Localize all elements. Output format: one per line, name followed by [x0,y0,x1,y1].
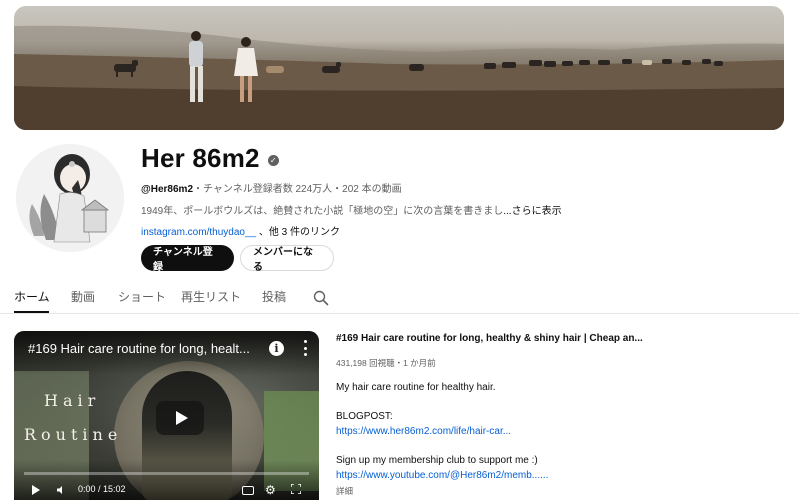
avatar-illustration [16,144,124,252]
volume-icon[interactable] [56,485,66,495]
tab-community[interactable]: 投稿 [262,288,286,305]
video-overlay-text-routine: Routine [24,425,123,444]
verified-icon: ✓ [267,155,279,166]
other-links-button[interactable]: 、他 3 件のリンク [259,227,340,238]
tab-home[interactable]: ホーム [14,288,50,305]
video-description-support: Sign up my membership club to support me… [336,455,538,466]
video-description-line: My hair care routine for healthy hair. [336,382,496,393]
subscribe-button[interactable]: チャンネル登録 [141,245,234,273]
featured-video-player[interactable]: #169 Hair care routine for long, healt..… [14,331,319,500]
more-options-icon[interactable] [302,340,308,356]
tab-shorts[interactable]: ショート [118,288,166,305]
channel-links: instagram.com/thuydao__ 、他 3 件のリンク [141,223,340,238]
channel-tabs: ホーム 動画 ショート 再生リスト 投稿 [0,282,799,314]
channel-name: Her 86m2 [141,143,260,173]
channel-stats: ・チャンネル登録者数 224万人・202 本の動画 [193,184,402,195]
play-control-icon[interactable] [32,485,40,495]
active-tab-indicator [14,311,49,313]
blogpost-link[interactable]: https://www.her86m2.com/life/hair-car... [336,426,511,437]
membership-link[interactable]: https://www.youtube.com/@Her86m2/memb...… [336,470,548,481]
fullscreen-icon[interactable] [291,484,301,494]
channel-meta: @Her86m2・チャンネル登録者数 224万人・202 本の動画 [141,180,402,195]
description-more-link[interactable]: ...さらに表示 [503,202,561,217]
captions-icon[interactable] [242,486,254,495]
channel-title-row: Her 86m2 ✓ [141,143,279,174]
video-time: 0:00 / 15:02 [78,484,126,494]
progress-bar[interactable] [24,472,309,475]
channel-description[interactable]: 1949年、ポールボウルズは、絶賛された小説「極地の空」に次の言葉を書きまし .… [141,202,562,217]
tab-videos[interactable]: 動画 [71,288,95,305]
video-overlay-title[interactable]: #169 Hair care routine for long, healt..… [28,341,263,356]
video-overlay-text-hair: Hair [44,391,101,410]
play-icon [175,411,188,425]
channel-description-text: 1949年、ポールボウルズは、絶賛された小説「極地の空」に次の言葉を書きまし [141,206,504,217]
join-membership-button[interactable]: メンバーになる [240,245,334,273]
channel-handle: @Her86m2 [141,184,194,195]
video-description-blog-label: BLOGPOST: [336,411,393,422]
banner-illustration [14,25,784,130]
play-button[interactable] [156,401,204,435]
video-title[interactable]: #169 Hair care routine for long, healthy… [336,333,643,344]
instagram-link[interactable]: instagram.com/thuydao__ [141,227,256,238]
video-details-more[interactable]: 詳細 [336,485,353,497]
settings-gear-icon[interactable]: ⚙ [265,483,276,497]
search-icon[interactable] [313,290,329,306]
tab-playlists[interactable]: 再生リスト [181,288,241,305]
video-stats: 431,198 回視聴・1 か月前 [336,358,436,368]
channel-avatar[interactable] [16,144,124,252]
channel-banner [14,6,784,130]
info-icon[interactable]: i [269,341,284,356]
